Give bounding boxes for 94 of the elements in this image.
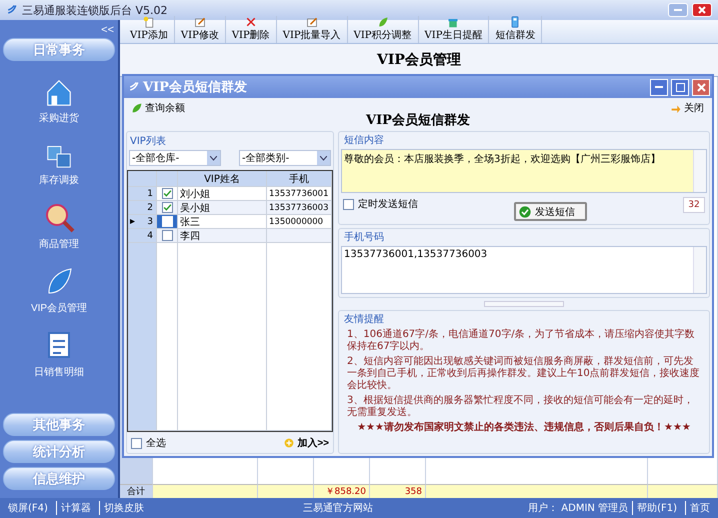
column-header: 手机	[267, 171, 332, 187]
table-cell: 1350000000	[267, 215, 332, 229]
page-title: VIP会员管理	[376, 51, 462, 70]
row-number: 3	[147, 216, 153, 226]
toolbar-button[interactable]: VIP批量导入	[276, 16, 348, 43]
collapse-button[interactable]: <<	[97, 24, 118, 36]
checkbox[interactable]	[131, 438, 142, 448]
add-button[interactable]: 加入>>	[284, 436, 329, 450]
column-header: VIP姓名	[178, 171, 267, 187]
close-link[interactable]: 关闭	[671, 101, 704, 115]
minimize-icon	[655, 86, 663, 88]
table-cell: 13537736001	[267, 187, 332, 201]
toolbar-button[interactable]: VIP删除	[226, 16, 277, 43]
close-button[interactable]	[692, 78, 710, 96]
app-logo-icon	[128, 81, 140, 93]
table-cell: 13537736003	[267, 201, 332, 215]
category-dropdown[interactable]: -全部类别-	[239, 150, 331, 166]
message-field[interactable]: 尊敬的会员：本店服装换季，全场3折起，欢迎选购【广州三彩服饰店】	[341, 149, 707, 193]
tip-text: 1、106通道67字/条，电信通道70字/条，为了节省成本，请压缩内容使其字数保持在67字以内。	[347, 329, 696, 353]
plus-icon	[284, 438, 294, 448]
status-link[interactable]: 帮助(F1)	[632, 501, 681, 515]
table-cell: 吴小姐	[178, 201, 267, 215]
scrollbar[interactable]	[693, 150, 706, 192]
toolbar-button[interactable]: VIP添加	[124, 16, 175, 43]
row-number: 4	[147, 230, 153, 240]
arrow-icon	[671, 103, 681, 113]
table-cell: 张三	[178, 215, 267, 229]
group-label: VIP列表	[129, 134, 167, 148]
toolbar-button[interactable]: VIP积分调整	[348, 16, 419, 43]
table-cell: 358	[370, 484, 426, 498]
group-label: 短信内容	[343, 134, 385, 147]
row-pointer-icon	[130, 218, 135, 225]
user-info: 用户： ADMIN 管理员	[528, 502, 628, 515]
row-number: 1	[147, 188, 153, 198]
group-label: 友情提醒	[343, 312, 385, 326]
checkbox[interactable]	[162, 202, 172, 213]
website-link[interactable]: 三易通官方网站	[299, 501, 378, 515]
new-document-icon	[142, 16, 156, 28]
table-cell	[648, 484, 718, 498]
delete-icon	[244, 16, 258, 28]
warehouse-dropdown[interactable]: -全部仓库-	[129, 150, 221, 166]
sidebar-item[interactable]: 库存调拨	[39, 139, 79, 187]
toolbar-button[interactable]: VIP生日提醒	[418, 16, 490, 43]
dialog-heading: VIP会员短信群发	[364, 112, 471, 129]
edit-icon	[304, 16, 319, 28]
sidebar-item[interactable]: VIP会员管理	[30, 265, 88, 315]
tip-text: 3、根据短信提供商的服务器繁忙程度不同，接收的短信可能会有一定的延时，无需重复发送。	[347, 395, 694, 419]
checkbox-label: 全选	[146, 436, 166, 450]
row-header[interactable]: 4	[128, 229, 157, 243]
sidebar-item[interactable]: 日销售明细	[34, 329, 84, 379]
edit-icon	[192, 16, 207, 28]
row-header[interactable]: 3	[128, 215, 157, 229]
splitter-handle[interactable]	[484, 301, 564, 307]
table-cell: 刘小姐	[178, 187, 267, 201]
character-count: 32	[683, 197, 705, 213]
check-circle-icon	[519, 206, 531, 218]
maximize-button[interactable]	[671, 78, 689, 96]
table-cell: 合计	[120, 484, 153, 498]
app-title: 三易通服装连锁版后台 V5.02	[22, 2, 169, 18]
sidebar-item[interactable]: 采购进货	[39, 77, 79, 125]
send-button[interactable]: 发送短信	[514, 202, 587, 221]
table-cell: 李四	[178, 229, 267, 243]
table-cell: ￥858.20	[314, 484, 370, 498]
group-label: 手机号码	[343, 230, 385, 244]
minimize-icon	[674, 9, 682, 11]
status-link[interactable]: 首页	[685, 501, 714, 515]
phone-numbers-field[interactable]: 13537736001,13537736003	[341, 246, 707, 294]
scrollbar[interactable]	[693, 247, 706, 293]
row-header[interactable]: 1	[128, 187, 157, 201]
toolbar-button[interactable]: VIP修改	[174, 16, 226, 43]
maximize-icon	[676, 82, 684, 92]
status-link[interactable]: 切换皮肤	[98, 501, 148, 515]
checkbox[interactable]	[162, 188, 172, 199]
table-cell	[258, 484, 314, 498]
status-link[interactable]: 计算器	[56, 501, 95, 515]
close-icon	[696, 82, 706, 92]
leaf-icon	[132, 103, 142, 113]
checkbox[interactable]	[162, 230, 172, 241]
status-link[interactable]: 锁屏(F4)	[4, 501, 52, 515]
query-balance-button[interactable]: 查询余额	[132, 101, 185, 115]
toolbar-button[interactable]: 短信群发	[489, 16, 542, 43]
sidebar-item[interactable]: 商品管理	[39, 201, 79, 251]
checkbox[interactable]	[343, 198, 354, 210]
row-header[interactable]: 2	[128, 201, 157, 215]
gift-icon	[446, 16, 460, 28]
row-number: 2	[147, 202, 153, 212]
close-icon	[698, 6, 706, 14]
dialog-title: VIP会员短信群发	[143, 79, 248, 96]
checkbox-label: 定时发送短信	[358, 198, 418, 211]
app-logo-icon	[6, 4, 18, 16]
warning-text: ★★★请勿发布国家明文禁止的各类违法、违规信息，否则后果自负！★★★	[356, 422, 692, 434]
close-button[interactable]	[692, 3, 712, 17]
tip-text: 2、短信内容可能因出现敏感关键词而被短信服务商屏蔽，群发短信前，可先发一条到自己手机，正常收到后再操作群发。建议上午10点前群发短信，接收速度会比较快。	[347, 356, 701, 392]
minimize-button[interactable]	[650, 78, 668, 96]
